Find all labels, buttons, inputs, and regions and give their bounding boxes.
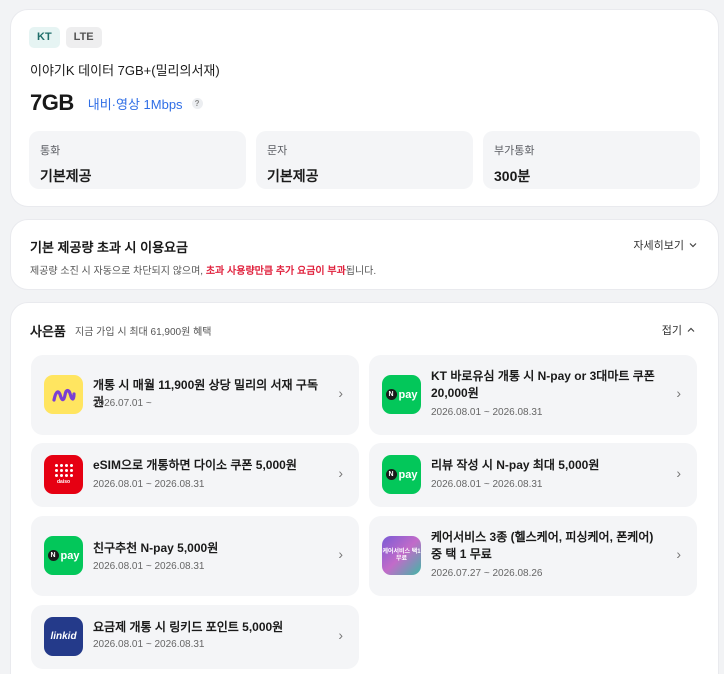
gift-title: eSIM으로 개통하면 다이소 쿠폰 5,000원 [93, 458, 297, 472]
plan-badges: KT LTE [29, 27, 102, 48]
chevron-right-icon: › [338, 385, 343, 401]
gifts-fold-button[interactable]: 접기 [662, 322, 696, 338]
gift-date: 2026.07.27 ~ 2026.08.26 [431, 568, 543, 579]
plan-summary-card: KT LTE 이야기K 데이터 7GB+(밀리의서재) 7GB 내비·영상 1M… [10, 9, 719, 207]
gift-date: 2026.08.01 ~ 2026.08.31 [93, 639, 205, 650]
gift-date: 2026.07.01 ~ [93, 398, 152, 409]
gift-title: 요금제 개통 시 링키드 포인트 5,000원 [93, 620, 284, 634]
spec-label: 부가통화 [494, 145, 535, 157]
millie-icon [44, 375, 83, 414]
gift-date: 2026.08.01 ~ 2026.08.31 [93, 561, 205, 572]
daiso-icon: daiso [44, 455, 83, 494]
chevron-right-icon: › [338, 465, 343, 481]
chevron-up-icon [687, 327, 695, 332]
chevron-right-icon: › [338, 627, 343, 643]
overage-description: 제공량 소진 시 자동으로 차단되지 않으며, 초과 사용량만큼 추가 요금이 … [30, 262, 376, 277]
overage-detail-button[interactable]: 자세히보기 [633, 237, 698, 253]
desc-highlight: 초과 사용량만큼 추가 요금이 부과 [205, 266, 346, 277]
detail-label: 자세히보기 [633, 240, 684, 252]
spec-label: 문자 [267, 145, 288, 157]
gifts-card: 사은품 지금 가입 시 최대 61,900원 혜택 접기 개통 시 매월 11,… [10, 302, 719, 674]
overage-title: 기본 제공량 초과 시 이용요금 [30, 240, 188, 255]
chevron-right-icon: › [338, 546, 343, 562]
gift-item[interactable]: Npay KT 바로유심 개통 시 N-pay or 3대마트 쿠폰 20,00… [369, 355, 697, 435]
chevron-right-icon: › [676, 385, 681, 401]
desc-prefix: 제공량 소진 시 자동으로 차단되지 않으며, [30, 266, 206, 277]
gifts-subtitle: 지금 가입 시 최대 61,900원 혜택 [75, 327, 212, 338]
overage-card: 기본 제공량 초과 시 이용요금 자세히보기 제공량 소진 시 자동으로 차단되… [10, 219, 719, 290]
gift-item[interactable]: 개통 시 매월 11,900원 상당 밀리의 서재 구독권 2026.07.01… [31, 355, 359, 435]
gift-item[interactable]: 케어서비스 택1 무료 케어서비스 3종 (헬스케어, 피싱케어, 폰케어) 중… [369, 516, 697, 596]
npay-icon: Npay [382, 375, 421, 414]
gift-item[interactable]: daiso eSIM으로 개통하면 다이소 쿠폰 5,000원 2026.08.… [31, 443, 359, 507]
spec-sms: 문자 기본제공 [256, 131, 473, 189]
spec-call: 통화 기본제공 [29, 131, 246, 189]
chevron-down-icon [689, 243, 697, 248]
gift-item[interactable]: linkid 요금제 개통 시 링키드 포인트 5,000원 2026.08.0… [31, 605, 359, 669]
spec-value: 기본제공 [40, 168, 92, 184]
care-service-icon: 케어서비스 택1 무료 [382, 536, 421, 575]
gift-date: 2026.08.01 ~ 2026.08.31 [93, 479, 205, 490]
plan-name: 이야기K 데이터 7GB+(밀리의서재) [30, 63, 220, 78]
gift-title: KT 바로유심 개통 시 N-pay or 3대마트 쿠폰 20,000원 [431, 369, 655, 400]
help-icon[interactable]: ? [191, 97, 203, 109]
gift-title: 케어서비스 3종 (헬스케어, 피싱케어, 폰케어) 중 택 1 무료 [431, 530, 654, 561]
spec-value: 기본제공 [267, 168, 319, 184]
linkid-icon: linkid [44, 617, 83, 656]
network-badge: LTE [65, 27, 102, 48]
npay-icon: Npay [382, 455, 421, 494]
chevron-right-icon: › [676, 546, 681, 562]
data-speed: 내비·영상 1Mbps [87, 96, 183, 112]
data-amount: 7GB [30, 90, 74, 115]
fold-label: 접기 [661, 325, 682, 337]
data-row: 7GB 내비·영상 1Mbps ? [30, 90, 203, 116]
gift-date: 2026.08.01 ~ 2026.08.31 [431, 479, 543, 490]
gift-item[interactable]: Npay 친구추천 N-pay 5,000원 2026.08.01 ~ 2026… [31, 516, 359, 596]
gift-date: 2026.08.01 ~ 2026.08.31 [431, 407, 543, 418]
spec-label: 통화 [40, 145, 61, 157]
chevron-right-icon: › [676, 465, 681, 481]
carrier-badge: KT [29, 27, 60, 48]
spec-extra-call: 부가통화 300분 [483, 131, 700, 189]
gift-title: 리뷰 작성 시 N-pay 최대 5,000원 [431, 458, 600, 472]
gifts-title: 사은품 [30, 324, 66, 339]
gift-item[interactable]: Npay 리뷰 작성 시 N-pay 최대 5,000원 2026.08.01 … [369, 443, 697, 507]
spec-value: 300분 [494, 168, 531, 184]
npay-icon: Npay [44, 536, 83, 575]
gift-title: 친구추천 N-pay 5,000원 [93, 541, 219, 555]
desc-suffix: 됩니다. [345, 266, 377, 277]
